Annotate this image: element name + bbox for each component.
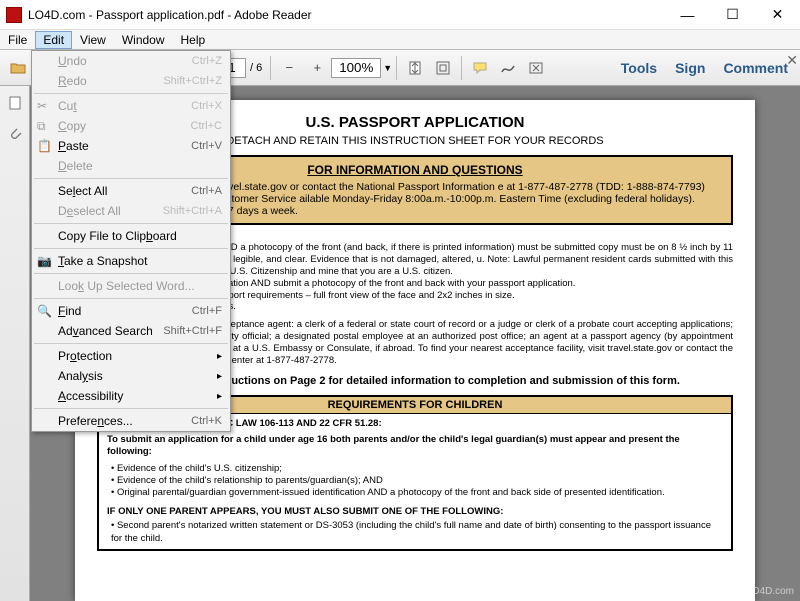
req-item: Original parental/guardian government-is… xyxy=(111,487,723,499)
menu-item-copy-file-to-clipboard[interactable]: Copy File to Clipboard xyxy=(32,226,230,246)
scroll-mode-button[interactable] xyxy=(402,55,428,81)
comment-tool-button[interactable] xyxy=(467,55,493,81)
menu-item-take-a-snapshot[interactable]: 📷Take a Snapshot xyxy=(32,251,230,271)
hand-tool-button[interactable] xyxy=(430,55,456,81)
menu-item-look-up-selected-word-: Look Up Selected Word... xyxy=(32,276,230,296)
menu-window[interactable]: Window xyxy=(114,31,173,49)
separator xyxy=(396,56,397,80)
menu-item-copy: ⧉CopyCtrl+C xyxy=(32,116,230,136)
tools-panel-button[interactable]: Tools xyxy=(615,57,663,79)
menu-item-protection[interactable]: Protection▸ xyxy=(32,346,230,366)
panel-close-icon[interactable]: ✕ xyxy=(786,52,798,69)
menu-item-find[interactable]: 🔍FindCtrl+F xyxy=(32,301,230,321)
navigation-sidebar xyxy=(0,86,30,601)
window-controls: — ☐ ✕ xyxy=(665,0,800,29)
comment-panel-button[interactable]: Comment xyxy=(717,57,794,79)
req-item: Evidence of the child's U.S. citizenship… xyxy=(111,463,723,475)
close-button[interactable]: ✕ xyxy=(755,0,800,29)
menu-item-redo: RedoShift+Ctrl+Z xyxy=(32,71,230,91)
menu-item-advanced-search[interactable]: Advanced SearchShift+Ctrl+F xyxy=(32,321,230,341)
zoom-out-button[interactable]: − xyxy=(276,55,302,81)
menu-edit[interactable]: Edit xyxy=(35,31,72,49)
req-item: Second parent's notarized written statem… xyxy=(111,520,723,545)
zoom-input[interactable] xyxy=(331,58,381,78)
req-list: Evidence of the child's U.S. citizenship… xyxy=(107,463,723,500)
menu-view[interactable]: View xyxy=(72,31,114,49)
page-total-label: / 6 xyxy=(250,62,262,74)
window-title: LO4D.com - Passport application.pdf - Ad… xyxy=(28,8,665,22)
zoom-dropdown-icon[interactable]: ▼ xyxy=(383,63,392,73)
menu-item-delete: Delete xyxy=(32,156,230,176)
sign-panel-button[interactable]: Sign xyxy=(669,57,711,79)
menu-item-analysis[interactable]: Analysis▸ xyxy=(32,366,230,386)
watermark: LO4D.com xyxy=(746,586,794,597)
req-line: To submit an application for a child und… xyxy=(107,434,723,459)
app-icon xyxy=(6,7,22,23)
req-item: Evidence of the child's relationship to … xyxy=(111,475,723,487)
right-tool-group: Tools Sign Comment xyxy=(615,57,794,79)
menu-item-paste[interactable]: 📋PasteCtrl+V xyxy=(32,136,230,156)
zoom-in-button[interactable]: + xyxy=(304,55,330,81)
read-mode-button[interactable] xyxy=(523,55,549,81)
minimize-button[interactable]: — xyxy=(665,0,710,29)
separator xyxy=(270,56,271,80)
thumbnails-icon[interactable] xyxy=(1,89,29,117)
menu-item-cut: ✂CutCtrl+X xyxy=(32,96,230,116)
menu-item-preferences-[interactable]: Preferences...Ctrl+K xyxy=(32,411,230,431)
menu-item-undo: UndoCtrl+Z xyxy=(32,51,230,71)
open-button[interactable] xyxy=(5,55,31,81)
menu-help[interactable]: Help xyxy=(173,31,214,49)
separator xyxy=(461,56,462,80)
menu-bar: File Edit View Window Help xyxy=(0,30,800,50)
maximize-button[interactable]: ☐ xyxy=(710,0,755,29)
sign-tool-button[interactable] xyxy=(495,55,521,81)
req-list: Second parent's notarized written statem… xyxy=(107,520,723,545)
menu-item-select-all[interactable]: Select AllCtrl+A xyxy=(32,181,230,201)
menu-item-deselect-all: Deselect AllShift+Ctrl+A xyxy=(32,201,230,221)
req-line: IF ONLY ONE PARENT APPEARS, YOU MUST ALS… xyxy=(107,506,723,518)
edit-menu-dropdown: UndoCtrl+ZRedoShift+Ctrl+Z ✂CutCtrl+X⧉Cop… xyxy=(31,50,231,432)
menu-file[interactable]: File xyxy=(0,31,35,49)
menu-item-accessibility[interactable]: Accessibility▸ xyxy=(32,386,230,406)
title-bar: LO4D.com - Passport application.pdf - Ad… xyxy=(0,0,800,30)
attachments-icon[interactable] xyxy=(1,120,29,148)
